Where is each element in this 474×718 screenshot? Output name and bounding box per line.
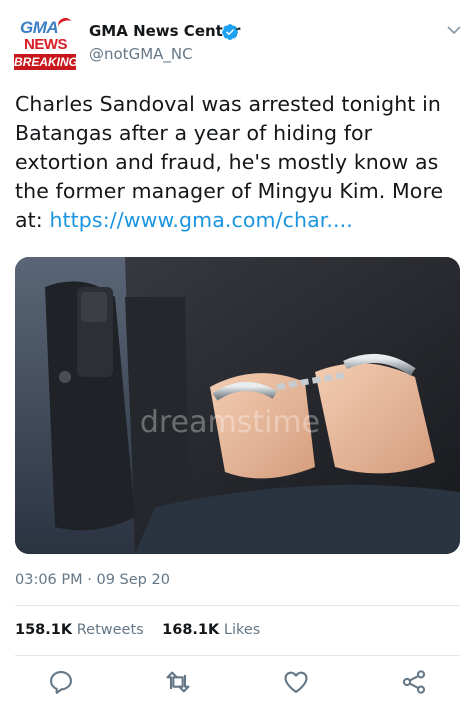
- tweet-stats: 158.1K Retweets 168.1K Likes: [15, 622, 260, 638]
- tweet-link[interactable]: https://www.gma.com/char....: [49, 208, 352, 232]
- retweet-icon[interactable]: [164, 668, 192, 696]
- heart-icon[interactable]: [282, 668, 310, 696]
- divider-top: [15, 605, 460, 606]
- retweets-label[interactable]: Retweets: [77, 622, 144, 638]
- likes-label[interactable]: Likes: [224, 622, 260, 638]
- tweet-image[interactable]: dreamstime: [15, 257, 460, 554]
- display-name[interactable]: GMA News Center: [89, 22, 240, 40]
- divider-bottom: [15, 655, 460, 656]
- tweet-header: GMA NEWS BREAKING GMA News Center @notGM…: [0, 0, 474, 80]
- handcuffed-hands-photo: dreamstime: [15, 257, 460, 554]
- tweet-timestamp[interactable]: 03:06 PM · 09 Sep 20: [15, 572, 170, 588]
- retweets-count[interactable]: 158.1K: [15, 622, 72, 638]
- tweet-actions: [0, 668, 474, 704]
- image-watermark: dreamstime: [140, 405, 320, 440]
- avatar[interactable]: GMA NEWS BREAKING: [14, 15, 79, 74]
- verified-badge-icon: [222, 24, 238, 40]
- logo-news-text: NEWS: [24, 36, 68, 53]
- chevron-down-icon[interactable]: [446, 22, 462, 38]
- account-handle[interactable]: @notGMA_NC: [89, 45, 193, 63]
- logo-gma-text: GMA: [20, 18, 59, 37]
- logo-swoosh: [56, 15, 74, 34]
- share-icon[interactable]: [400, 668, 428, 696]
- reply-icon[interactable]: [47, 668, 75, 696]
- logo-breaking-text: BREAKING: [14, 54, 79, 70]
- likes-count[interactable]: 168.1K: [162, 622, 219, 638]
- tweet-text: Charles Sandoval was arrested tonight in…: [15, 90, 465, 235]
